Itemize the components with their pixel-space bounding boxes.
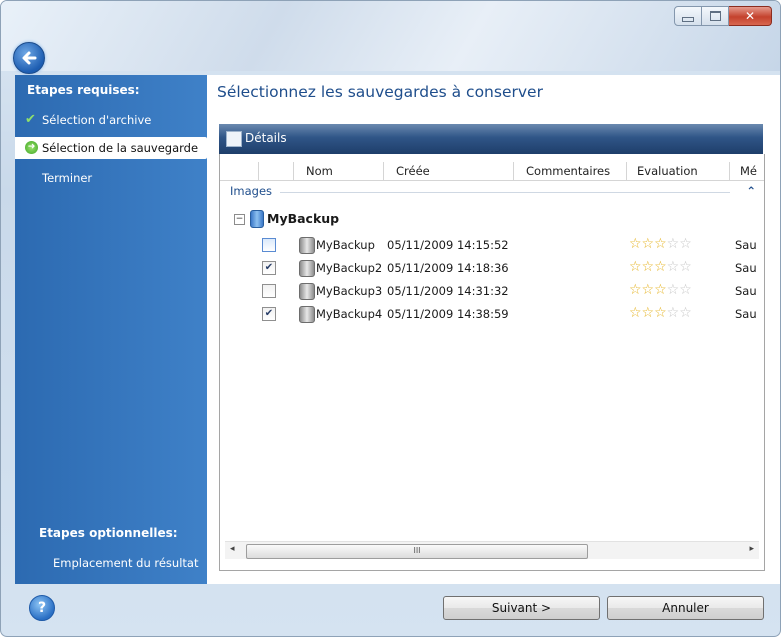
column-created[interactable]: Créée xyxy=(383,162,513,180)
group-label: Images xyxy=(230,184,273,198)
check-icon: ✔ xyxy=(25,112,36,127)
footer: ? Suivant > Annuler xyxy=(1,584,780,636)
group-divider xyxy=(280,192,730,193)
archive-name: MyBackup xyxy=(267,211,340,226)
table-row[interactable]: MyBackup3 05/11/2009 14:31:32 ☆☆☆☆☆ Sau xyxy=(220,281,764,301)
table-row[interactable]: MyBackup 05/11/2009 14:15:52 ☆☆☆☆☆ Sau xyxy=(220,235,764,255)
details-label: Détails xyxy=(245,131,287,145)
archive-icon xyxy=(250,210,264,228)
minimize-button[interactable] xyxy=(674,6,702,26)
backup-extra: Sau xyxy=(735,307,757,321)
step-label: Terminer xyxy=(42,171,93,185)
backup-icon xyxy=(299,237,315,254)
step-backup-selection[interactable]: ➜ Sélection de la sauvegarde xyxy=(15,137,207,159)
backup-icon xyxy=(299,283,315,300)
required-steps-title: Etapes requises: xyxy=(27,83,140,97)
backups-list: Nom Créée Commentaires Evaluation Mé Ima… xyxy=(219,154,765,571)
row-checkbox[interactable]: ✔ xyxy=(262,307,276,321)
details-bar[interactable]: Détails xyxy=(219,124,763,154)
minimize-icon xyxy=(682,16,694,22)
backup-created: 05/11/2009 14:31:32 xyxy=(387,284,509,298)
horizontal-scrollbar[interactable]: ◂ III ▸ xyxy=(225,541,759,559)
step-label: Emplacement du résultat xyxy=(53,556,199,570)
table-row[interactable]: ✔ MyBackup2 05/11/2009 14:18:36 ☆☆☆☆☆ Sa… xyxy=(220,258,764,278)
backup-created: 05/11/2009 14:38:59 xyxy=(387,307,509,321)
arrow-right-icon: ➜ xyxy=(25,141,38,154)
backup-name: MyBackup xyxy=(316,238,375,252)
row-checkbox[interactable]: ✔ xyxy=(262,261,276,275)
details-icon xyxy=(226,131,242,147)
group-header-images[interactable]: Images ⌃ xyxy=(230,184,756,200)
backup-name: MyBackup2 xyxy=(316,261,383,275)
step-label: Sélection d'archive xyxy=(42,113,152,127)
scroll-right-icon[interactable]: ▸ xyxy=(749,544,754,554)
step-finish[interactable]: Terminer xyxy=(15,167,207,189)
step-label: Sélection de la sauvegarde xyxy=(42,141,199,155)
backup-extra: Sau xyxy=(735,238,757,252)
back-arrow-icon xyxy=(22,51,37,65)
column-name[interactable]: Nom xyxy=(293,162,383,180)
row-checkbox[interactable] xyxy=(262,284,276,298)
rating-stars[interactable]: ☆☆☆☆☆ xyxy=(629,305,692,321)
row-checkbox[interactable] xyxy=(262,238,276,252)
close-icon: ✕ xyxy=(744,9,756,23)
cancel-button[interactable]: Annuler xyxy=(607,596,764,620)
maximize-button[interactable] xyxy=(702,6,729,26)
scroll-thumb[interactable]: III xyxy=(246,544,588,559)
collapse-icon[interactable]: − xyxy=(234,214,245,225)
backup-created: 05/11/2009 14:18:36 xyxy=(387,261,509,275)
rating-stars[interactable]: ☆☆☆☆☆ xyxy=(629,259,692,275)
rating-stars[interactable]: ☆☆☆☆☆ xyxy=(629,236,692,252)
wizard-window: ✕ Etapes requises: ✔ Sélection d'archive… xyxy=(0,0,781,637)
backup-created: 05/11/2009 14:15:52 xyxy=(387,238,509,252)
optional-steps-title: Etapes optionnelles: xyxy=(39,526,178,540)
column-header-row: Nom Créée Commentaires Evaluation Mé xyxy=(220,162,764,181)
column-rating[interactable]: Evaluation xyxy=(626,162,729,180)
backup-icon xyxy=(299,260,315,277)
maximize-icon xyxy=(709,11,721,21)
back-button[interactable] xyxy=(13,42,45,74)
title-bar: ✕ xyxy=(1,1,780,74)
backup-name: MyBackup4 xyxy=(316,307,383,321)
chevron-up-icon[interactable]: ⌃ xyxy=(746,184,756,198)
step-result-location[interactable]: Emplacement du résultat xyxy=(15,552,207,574)
backup-name: MyBackup3 xyxy=(316,284,383,298)
page-title: Sélectionnez les sauvegardes à conserver xyxy=(217,83,543,101)
backup-extra: Sau xyxy=(735,261,757,275)
help-icon[interactable]: ? xyxy=(29,595,55,621)
table-row[interactable]: ✔ MyBackup4 05/11/2009 14:38:59 ☆☆☆☆☆ Sa… xyxy=(220,304,764,324)
column-comments[interactable]: Commentaires xyxy=(513,162,626,180)
rating-stars[interactable]: ☆☆☆☆☆ xyxy=(629,282,692,298)
steps-sidebar: Etapes requises: ✔ Sélection d'archive ➜… xyxy=(15,75,207,584)
backup-extra: Sau xyxy=(735,284,757,298)
close-button[interactable]: ✕ xyxy=(729,6,772,26)
step-archive-selection[interactable]: ✔ Sélection d'archive xyxy=(15,109,207,131)
backup-icon xyxy=(299,306,315,323)
content-area: Sélectionnez les sauvegardes à conserver… xyxy=(207,75,780,584)
scroll-left-icon[interactable]: ◂ xyxy=(230,544,235,554)
column-more[interactable]: Mé xyxy=(729,162,764,180)
next-button[interactable]: Suivant > xyxy=(443,596,600,620)
column-checkbox[interactable] xyxy=(258,162,294,180)
caption-buttons: ✕ xyxy=(674,6,772,26)
